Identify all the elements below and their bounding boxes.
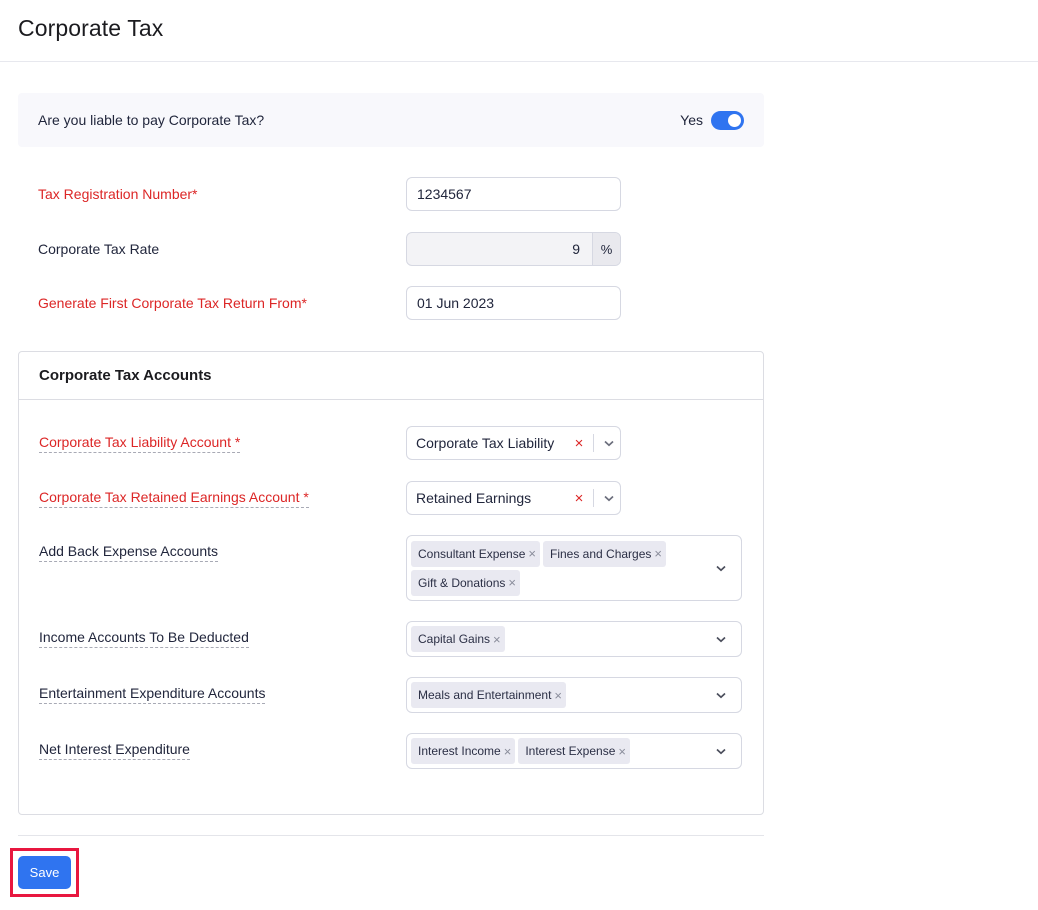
tax-rate-label: Corporate Tax Rate [38,241,160,257]
tax-rate-input: 9 % [406,232,621,266]
liability-account-label: Corporate Tax Liability Account * [39,434,241,453]
select-divider [593,434,594,452]
liability-toggle[interactable] [711,110,744,130]
tag-list: Meals and Entertainment × [411,682,709,708]
account-tag: Interest Expense × [518,738,630,764]
net-interest-multiselect[interactable]: Interest Income × Interest Expense × [406,733,742,769]
entertainment-multiselect[interactable]: Meals and Entertainment × [406,677,742,713]
remove-tag-icon[interactable]: × [618,744,626,759]
percent-suffix: % [592,233,620,265]
clear-icon[interactable]: × [569,490,589,507]
toggle-label: Yes [680,112,703,128]
net-interest-label: Net Interest Expenditure [39,741,190,760]
tag-label: Consultant Expense [418,546,526,561]
liability-account-value: Corporate Tax Liability [416,435,555,451]
add-back-label: Add Back Expense Accounts [39,543,218,562]
page-header: Corporate Tax [0,0,1038,62]
tag-label: Gift & Donations [418,575,506,590]
account-tag: Gift & Donations × [411,569,520,596]
retained-earnings-label: Corporate Tax Retained Earnings Account … [39,489,309,508]
tag-label: Interest Expense [525,744,616,758]
chevron-down-icon[interactable] [709,636,733,643]
tag-label: Fines and Charges [550,546,652,561]
trn-input[interactable]: 1234567 [406,177,621,211]
remove-tag-icon[interactable]: × [508,575,516,590]
accounts-card-title: Corporate Tax Accounts [19,352,763,400]
income-deducted-multiselect[interactable]: Capital Gains × [406,621,742,657]
chevron-down-icon[interactable] [598,440,620,447]
chevron-down-icon[interactable] [709,748,733,755]
tax-rate-row: Corporate Tax Rate 9 % [18,232,764,266]
tag-list: Capital Gains × [411,626,709,652]
trn-value: 1234567 [417,186,472,202]
trn-row: Tax Registration Number* 1234567 [18,177,764,211]
clear-icon[interactable]: × [569,435,589,452]
liability-question: Are you liable to pay Corporate Tax? [38,112,265,128]
chevron-down-icon[interactable] [709,565,733,572]
remove-tag-icon[interactable]: × [528,546,536,561]
footer-divider [18,835,764,836]
tag-label: Meals and Entertainment [418,688,552,702]
remove-tag-icon[interactable]: × [554,688,562,703]
tag-label: Capital Gains [418,632,491,646]
tax-rate-value: 9 [572,241,580,257]
add-back-multiselect[interactable]: Consultant Expense × Fines and Charges × Gif… [406,535,742,601]
liability-toggle-group: Yes [680,110,744,130]
account-tag: Capital Gains × [411,626,505,652]
remove-tag-icon[interactable]: × [493,632,501,647]
account-tag: Consultant Expense × [411,540,540,567]
add-back-row: Add Back Expense Accounts Consultant Exp… [19,535,763,601]
tag-list: Interest Income × Interest Expense × [411,738,709,764]
remove-tag-icon[interactable]: × [504,744,512,759]
entertainment-label: Entertainment Expenditure Accounts [39,685,266,704]
retained-earnings-value: Retained Earnings [416,490,532,506]
income-deducted-label: Income Accounts To Be Deducted [39,629,249,648]
retained-earnings-select[interactable]: Retained Earnings × [406,481,621,515]
entertainment-row: Entertainment Expenditure Accounts Meals… [19,677,763,713]
first-return-row: Generate First Corporate Tax Return From… [18,286,764,320]
liability-account-row: Corporate Tax Liability Account * Corpor… [19,426,763,460]
chevron-down-icon[interactable] [598,495,620,502]
net-interest-row: Net Interest Expenditure Interest Income… [19,733,763,769]
tag-label: Interest Income [418,744,501,758]
first-return-value: 01 Jun 2023 [417,295,495,311]
first-return-label: Generate First Corporate Tax Return From… [38,295,307,311]
tag-list: Consultant Expense × Fines and Charges × Gif… [411,540,709,596]
select-divider [593,489,594,507]
retained-earnings-row: Corporate Tax Retained Earnings Account … [19,481,763,515]
account-tag: Interest Income × [411,738,516,764]
liability-account-select[interactable]: Corporate Tax Liability × [406,426,621,460]
chevron-down-icon[interactable] [709,692,733,699]
save-button[interactable]: Save [18,856,71,889]
income-deducted-row: Income Accounts To Be Deducted Capital G… [19,621,763,657]
toggle-knob [728,113,741,127]
trn-label: Tax Registration Number* [38,186,198,202]
page-title: Corporate Tax [18,15,164,41]
remove-tag-icon[interactable]: × [654,546,662,561]
liability-question-box: Are you liable to pay Corporate Tax? Yes [18,93,764,147]
account-tag: Meals and Entertainment × [411,682,566,708]
first-return-date-input[interactable]: 01 Jun 2023 [406,286,621,320]
corporate-tax-form: Are you liable to pay Corporate Tax? Yes… [18,93,764,815]
corporate-tax-accounts-card: Corporate Tax Accounts Corporate Tax Lia… [18,351,764,815]
account-tag: Fines and Charges × [543,540,666,567]
